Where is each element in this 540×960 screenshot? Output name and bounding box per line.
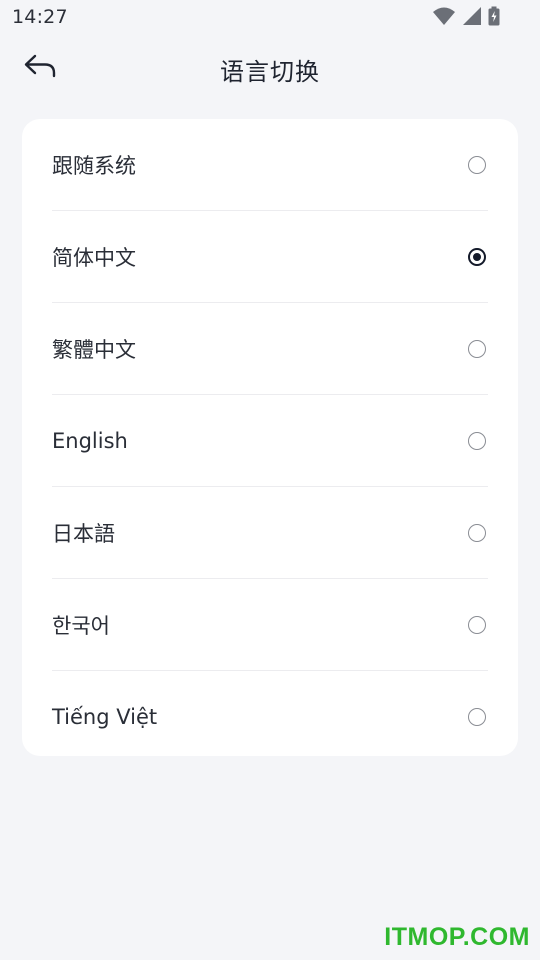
language-option-english[interactable]: English xyxy=(52,394,488,486)
language-list: 跟随系统 简体中文 繁體中文 English 日本語 한국어 Tiếng Việ… xyxy=(22,119,518,756)
language-option-traditional-chinese[interactable]: 繁體中文 xyxy=(52,302,488,394)
watermark: ITMOP.COM xyxy=(384,923,530,951)
header: 语言切换 xyxy=(0,40,540,94)
battery-icon xyxy=(488,6,500,30)
language-option-simplified-chinese[interactable]: 简体中文 xyxy=(52,210,488,302)
signal-icon xyxy=(462,6,482,30)
language-label: 한국어 xyxy=(52,613,110,638)
language-label: 繁體中文 xyxy=(52,337,136,362)
status-time: 14:27 xyxy=(12,6,68,28)
language-option-vietnamese[interactable]: Tiếng Việt xyxy=(52,670,488,762)
language-label: 简体中文 xyxy=(52,245,136,270)
language-option-korean[interactable]: 한국어 xyxy=(52,578,488,670)
radio-button[interactable] xyxy=(468,523,486,542)
status-bar: 14:27 xyxy=(0,0,540,36)
language-label: 日本語 xyxy=(52,521,115,546)
radio-button[interactable] xyxy=(468,155,486,174)
radio-button[interactable] xyxy=(468,431,486,450)
language-label: 跟随系统 xyxy=(52,153,136,178)
language-label: Tiếng Việt xyxy=(52,704,158,729)
language-option-japanese[interactable]: 日本語 xyxy=(52,486,488,578)
status-icons xyxy=(432,6,500,30)
radio-button[interactable] xyxy=(468,707,486,726)
page-title: 语言切换 xyxy=(220,58,320,86)
radio-button-selected[interactable] xyxy=(468,247,486,266)
radio-button[interactable] xyxy=(468,339,486,358)
radio-button[interactable] xyxy=(468,615,486,634)
wifi-icon xyxy=(432,6,456,30)
language-label: English xyxy=(52,428,128,453)
language-option-follow-system[interactable]: 跟随系统 xyxy=(52,119,488,210)
